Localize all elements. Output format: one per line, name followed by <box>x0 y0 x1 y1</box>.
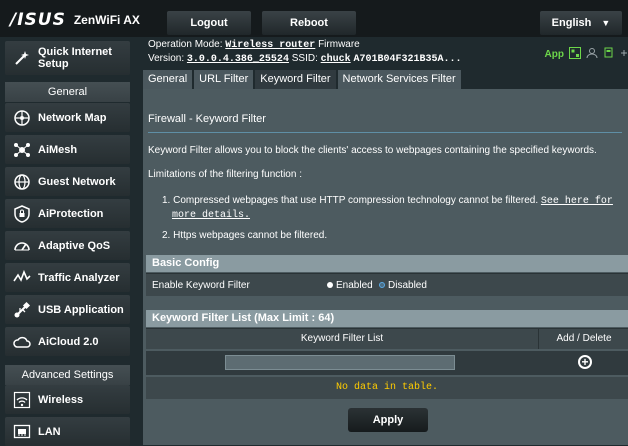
limitation-1-text: 1. Compressed webpages that use HTTP com… <box>162 195 539 206</box>
ssid-secondary: A701B04F321B35A... <box>353 54 462 65</box>
limitation-1: 1. Compressed webpages that use HTTP com… <box>162 195 613 207</box>
operation-mode-label: Operation Mode: <box>148 39 223 50</box>
asus-logo: /ISUS <box>10 10 66 30</box>
sidebar-item-label: USB Application <box>38 303 124 316</box>
shield-lock-icon <box>11 203 33 225</box>
plus-icon: + <box>581 355 589 369</box>
sidebar-item-label: Traffic Analyzer <box>38 271 120 284</box>
add-keyword-button[interactable]: + <box>578 355 592 369</box>
status-icons: App <box>545 47 628 62</box>
description-text: Keyword Filter allows you to block the c… <box>148 145 597 156</box>
sidebar-item-wireless[interactable]: Wireless <box>5 385 130 414</box>
gauge-icon <box>11 235 33 257</box>
enabled-radio-label: Enabled <box>336 279 373 291</box>
sidebar-header-advanced: Advanced Settings <box>5 365 130 385</box>
logout-button[interactable]: Logout <box>167 11 251 35</box>
enable-keyword-filter-label: Enable Keyword Filter <box>152 279 250 291</box>
enable-keyword-filter-row: Enable Keyword Filter Enabled Disabled <box>146 273 628 296</box>
sidebar-header-general: General <box>5 82 130 102</box>
disabled-radio[interactable]: Disabled <box>379 274 427 296</box>
network-map-icon <box>11 107 33 129</box>
sidebar-item-label: Quick Internet Setup <box>38 46 112 70</box>
lan-icon <box>11 421 33 443</box>
main-content: Firewall - Keyword Filter Keyword Filter… <box>143 89 628 445</box>
firmware-version-link[interactable]: 3.0.0.4.386_25524 <box>187 54 289 65</box>
guest-users-icon[interactable] <box>586 47 598 62</box>
radio-selected-icon <box>379 282 385 288</box>
column-keyword-filter-list: Keyword Filter List <box>300 333 384 344</box>
wifi-icon <box>11 389 33 411</box>
sidebar-item-label: Guest Network <box>38 175 116 188</box>
network-status-icon[interactable] <box>620 47 628 62</box>
sidebar-item-network-map[interactable]: Network Map <box>5 103 130 132</box>
usb-status-icon[interactable] <box>603 47 615 62</box>
status-line-version: Version: 3.0.0.4.386_25524 SSID: chuck A… <box>148 53 461 65</box>
title-divider <box>148 132 622 133</box>
ssid-link-primary[interactable]: chuck <box>321 54 351 65</box>
sidebar-item-label: LAN <box>38 425 61 438</box>
tab-url-filter[interactable]: URL Filter <box>194 70 254 89</box>
sidebar-item-guest-network[interactable]: Guest Network <box>5 167 130 196</box>
more-details-link[interactable]: more details. <box>172 210 250 221</box>
traffic-analyzer-icon <box>11 267 33 289</box>
firmware-label: Firmware <box>318 39 360 50</box>
app-label[interactable]: App <box>545 49 564 60</box>
tab-bar: General URL Filter Keyword Filter Networ… <box>143 70 461 89</box>
basic-config-header: Basic Config <box>146 255 628 272</box>
sidebar-item-lan[interactable]: LAN <box>5 417 130 446</box>
sidebar-item-label: AiMesh <box>38 143 78 156</box>
status-header: Operation Mode: Wireless router Firmware… <box>143 37 628 71</box>
sidebar-item-label: Network Map <box>38 111 107 124</box>
sidebar-item-traffic-analyzer[interactable]: Traffic Analyzer <box>5 263 130 292</box>
language-label: English <box>551 17 592 29</box>
operation-mode-link[interactable]: Wireless router <box>225 40 315 51</box>
qr-code-icon[interactable] <box>569 47 581 62</box>
no-data-message: No data in table. <box>146 377 628 399</box>
page-title: Firewall - Keyword Filter <box>148 113 266 125</box>
sidebar-item-label: Wireless <box>38 393 84 406</box>
sidebar-item-label: AiProtection <box>38 207 104 220</box>
guest-network-icon <box>11 171 33 193</box>
aimesh-icon <box>11 139 33 161</box>
sidebar-item-label: AiCloud 2.0 <box>38 335 99 348</box>
see-here-link[interactable]: See here for <box>541 196 613 207</box>
sidebar-item-aicloud[interactable]: AiCloud 2.0 <box>5 327 130 356</box>
keyword-input-row: + <box>146 351 628 375</box>
chevron-down-icon: ▼ <box>601 18 611 28</box>
sidebar-item-adaptive-qos[interactable]: Adaptive QoS <box>5 231 130 260</box>
wizard-icon <box>11 47 33 69</box>
status-line-operation-mode: Operation Mode: Wireless router Firmware <box>148 39 360 51</box>
limitation-2: 2. Https webpages cannot be filtered. <box>162 230 328 241</box>
top-bar: /ISUS ZenWiFi AX Logout Reboot English ▼ <box>0 0 628 37</box>
sidebar: Quick Internet Setup General Network Map… <box>0 37 138 446</box>
column-add-delete: Add / Delete <box>538 329 628 349</box>
keyword-list-column-headers: Keyword Filter List Add / Delete <box>146 328 628 349</box>
version-label: Version: <box>148 53 185 64</box>
apply-button[interactable]: Apply <box>348 408 428 432</box>
limitations-title: Limitations of the filtering function : <box>148 169 302 180</box>
tab-keyword-filter[interactable]: Keyword Filter <box>255 70 336 89</box>
sidebar-item-label: Adaptive QoS <box>38 239 111 252</box>
cloud-icon <box>11 331 33 353</box>
sidebar-item-usb-application[interactable]: USB Application <box>5 295 130 324</box>
ssid-label: SSID: <box>291 53 318 64</box>
keyword-list-header: Keyword Filter List (Max Limit : 64) <box>146 310 628 327</box>
sidebar-item-quick-internet-setup[interactable]: Quick Internet Setup <box>5 41 130 75</box>
radio-dot-icon <box>327 282 333 288</box>
keyword-input[interactable] <box>225 355 455 370</box>
model-name: ZenWiFi AX <box>73 13 140 27</box>
disabled-radio-label: Disabled <box>388 279 427 291</box>
enabled-radio[interactable]: Enabled <box>327 274 373 296</box>
brand: /ISUS ZenWiFi AX <box>10 10 140 30</box>
sidebar-item-aimesh[interactable]: AiMesh <box>5 135 130 164</box>
language-select[interactable]: English ▼ <box>540 11 622 35</box>
reboot-button[interactable]: Reboot <box>262 11 356 35</box>
sidebar-item-aiprotection[interactable]: AiProtection <box>5 199 130 228</box>
usb-icon <box>11 299 33 321</box>
tab-general[interactable]: General <box>143 70 193 89</box>
tab-network-services-filter[interactable]: Network Services Filter <box>337 70 461 89</box>
